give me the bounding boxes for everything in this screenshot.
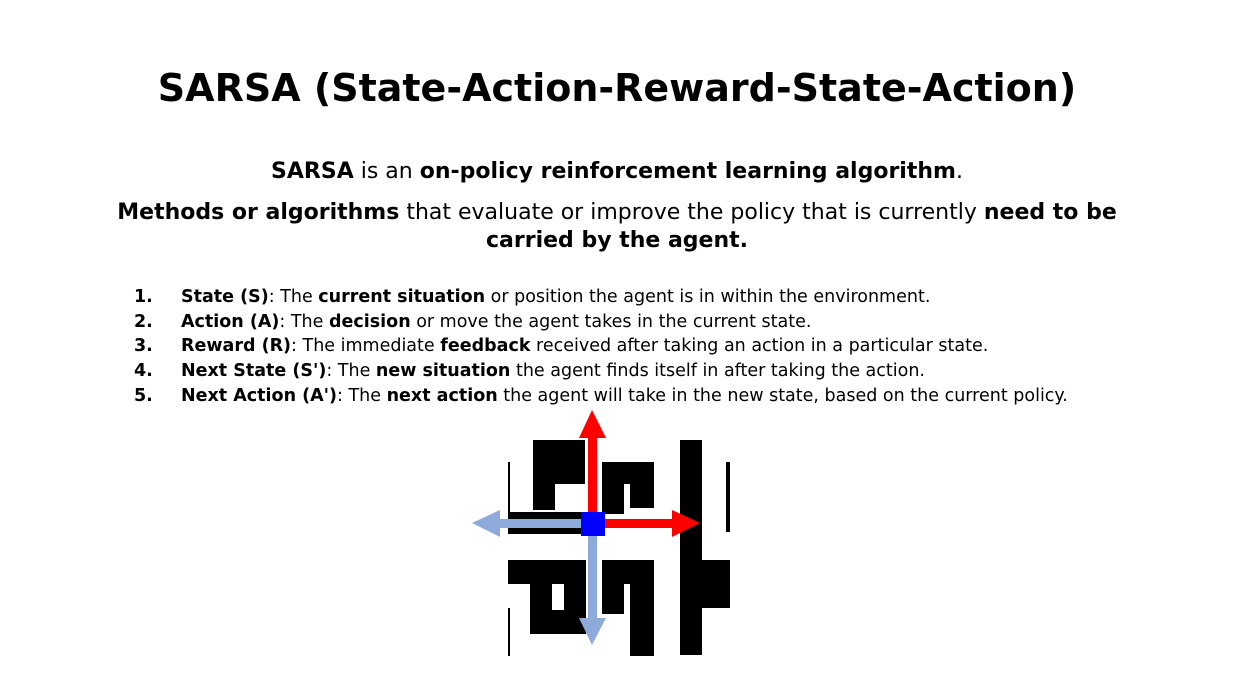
step-bold: current situation — [318, 287, 486, 307]
maze-wall — [553, 462, 585, 484]
step-text: or position the agent is in within the e… — [485, 287, 931, 307]
slide-title: SARSA (State-Action-Reward-State-Action) — [157, 66, 1077, 110]
step-text: : The — [268, 287, 319, 307]
step-bold: next action — [386, 385, 498, 406]
maze-wall — [630, 462, 654, 508]
maze-wall — [726, 462, 730, 532]
maze-wall — [630, 560, 654, 656]
step-term: Action (A) — [181, 311, 280, 332]
current-action-arrow-up-shaft — [588, 436, 597, 514]
step-text: the agent will take in the new state, ba… — [497, 385, 1068, 406]
current-action-arrow-up-head — [579, 410, 606, 438]
maze-wall — [508, 608, 510, 656]
maze-diagram — [472, 410, 730, 656]
step-term: State (S) — [181, 287, 269, 307]
maze-wall — [602, 484, 624, 514]
step-number: 3. — [134, 336, 153, 357]
step-text: the agent finds itself in after taking t… — [510, 361, 925, 382]
intro-line: SARSA is an on-policy reinforcement lear… — [80, 157, 1154, 187]
step-text: : The — [337, 385, 387, 406]
step-number: 4. — [134, 361, 153, 382]
step-text: : The — [279, 311, 329, 332]
current-action-arrow-right-shaft — [602, 519, 674, 528]
step-bold: decision — [328, 311, 411, 332]
step-item: 3. Reward (R): The immediate feedback rec… — [134, 334, 1068, 359]
sarsa-steps-list: 1. State (S): The current situation or po… — [134, 285, 1068, 409]
step-bold: new situation — [375, 361, 511, 382]
step-term: Next State (S') — [181, 361, 327, 382]
step-text: : The immediate — [291, 336, 441, 357]
intro-bold: on-policy reinforcement learning algorit… — [419, 159, 956, 184]
maze-wall — [533, 440, 585, 462]
maze-wall — [508, 560, 586, 584]
step-item: 1. State (S): The current situation or po… — [134, 285, 1068, 310]
definition-text: that evaluate or improve the policy that… — [399, 200, 984, 225]
next-action-arrow-left-shaft — [500, 519, 584, 528]
maze-wall — [564, 584, 586, 614]
step-number: 1. — [134, 287, 153, 307]
maze-walls — [508, 440, 730, 656]
step-item: 2. Action (A): The decision or move the a… — [134, 310, 1068, 335]
step-text: received after taking an action in a par… — [530, 336, 989, 357]
agent-square — [581, 512, 605, 536]
maze-wall — [680, 440, 702, 655]
step-bold: feedback — [440, 336, 531, 357]
next-action-arrow-down-shaft — [588, 534, 597, 620]
maze-wall — [702, 560, 730, 608]
step-number: 2. — [134, 311, 153, 332]
intro-end: . — [955, 159, 963, 184]
intro-text: is an — [353, 159, 420, 184]
intro-term: SARSA — [271, 159, 354, 184]
maze-wall — [602, 584, 624, 614]
step-item: 4. Next State (S'): The new situation the… — [134, 359, 1068, 384]
definition-line: Methods or algorithms that evaluate or i… — [80, 199, 1154, 255]
definition-bold-1: Methods or algorithms — [117, 200, 400, 225]
step-text: : The — [326, 361, 376, 382]
step-text: or move the agent takes in the current s… — [410, 311, 812, 332]
step-term: Reward (R) — [181, 336, 292, 357]
next-action-arrow-left-head — [472, 510, 500, 537]
step-term: Next Action (A') — [181, 385, 338, 406]
step-number: 5. — [134, 385, 153, 406]
